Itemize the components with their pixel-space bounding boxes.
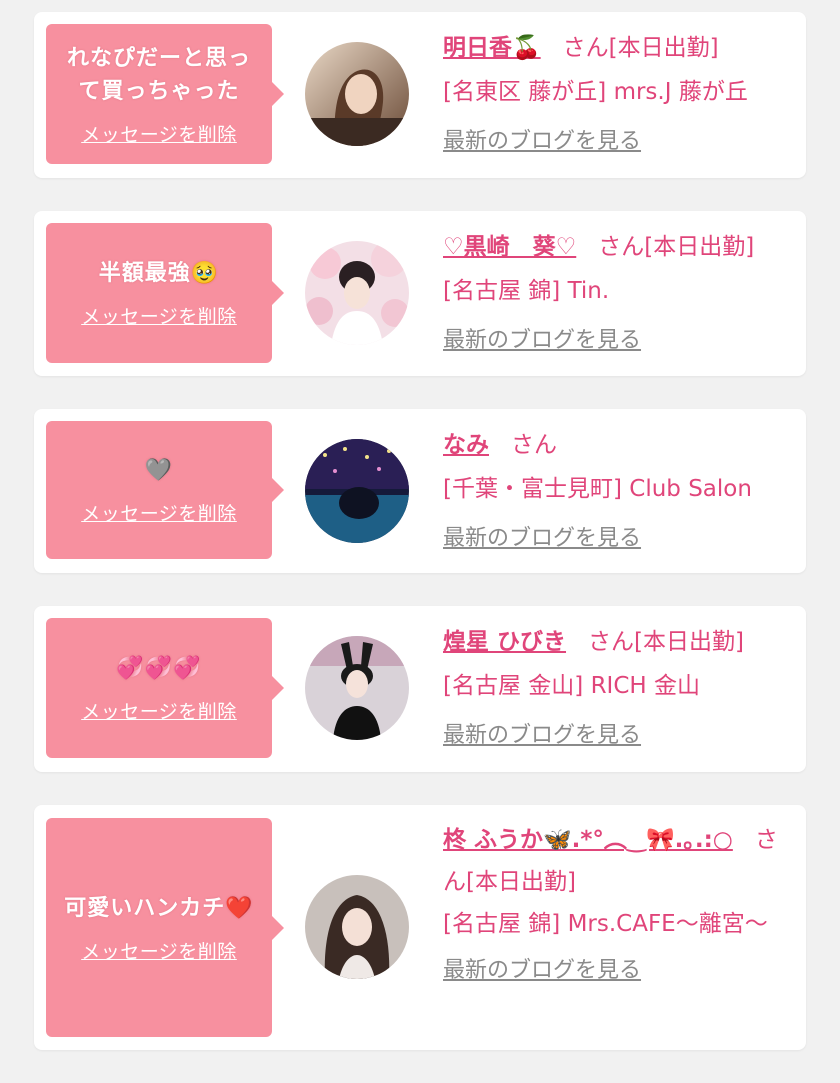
message-card: 🩶 メッセージを削除 なみ さん [千葉・富士見町] Club Salon 最新の… [34, 409, 806, 573]
avatar[interactable] [305, 875, 409, 979]
avatar[interactable] [305, 636, 409, 740]
cast-name-link[interactable]: なみ [443, 432, 489, 458]
message-text: れなぴだーと思っ て買っちゃった [66, 45, 251, 104]
shop-text: [名古屋 金山] RICH 金山 [443, 673, 700, 699]
honorific: さん [598, 234, 645, 260]
shop-text: [名東区 藤が丘] mrs.J 藤が丘 [443, 79, 748, 105]
cast-info: 明日香🍒 さん[本日出勤] [名東区 藤が丘] mrs.J 藤が丘 最新のブログを… [443, 26, 795, 162]
honorific: さん [511, 432, 557, 458]
cast-name-link[interactable]: 柊 ふうか🦋.*°︵‿🎀.｡.:○ [443, 827, 733, 853]
view-blog-link[interactable]: 最新のブログを見る [443, 519, 641, 559]
avatar[interactable] [305, 439, 409, 543]
view-blog-link[interactable]: 最新のブログを見る [443, 321, 641, 361]
view-blog-link[interactable]: 最新のブログを見る [443, 716, 641, 756]
view-blog-link[interactable]: 最新のブログを見る [443, 122, 641, 162]
cast-name-link[interactable]: 明日香🍒 [443, 35, 541, 61]
status-label: [本日出勤] [644, 234, 755, 260]
message-bubble: 可愛いハンカチ❤️ メッセージを削除 [46, 818, 284, 1037]
message-text: 🩶 [144, 458, 174, 483]
cast-info: 煌星 ひびき さん[本日出勤] [名古屋 金山] RICH 金山 最新のブログを見… [443, 620, 795, 756]
shop-text: [名古屋 錦] Tin. [443, 278, 610, 304]
message-card: 可愛いハンカチ❤️ メッセージを削除 柊 ふうか🦋.*°︵‿🎀.｡.:○ さん[本… [34, 805, 806, 1050]
message-bubble: れなぴだーと思っ て買っちゃった メッセージを削除 [46, 24, 284, 164]
message-bubble: 💞💞💞 メッセージを削除 [46, 618, 284, 758]
status-label: [本日出勤] [608, 35, 719, 61]
message-bubble: 半額最強🥹 メッセージを削除 [46, 223, 284, 363]
delete-message-link[interactable]: メッセージを削除 [81, 120, 237, 147]
message-text: 💞💞💞 [116, 656, 202, 681]
status-label: [本日出勤] [634, 629, 744, 655]
message-card: 半額最強🥹 メッセージを削除 ♡黒崎 葵♡ さん[本日出勤] [名古屋 錦] Ti… [34, 211, 806, 376]
avatar[interactable] [305, 241, 409, 345]
cast-info: なみ さん [千葉・富士見町] Club Salon 最新のブログを見る [443, 423, 795, 559]
delete-message-link[interactable]: メッセージを削除 [81, 937, 237, 964]
message-text: 半額最強🥹 [98, 261, 220, 286]
message-card: 💞💞💞 メッセージを削除 煌星 ひびき さん[本日出勤] [名古屋 金山] RIC… [34, 606, 806, 772]
message-list: れなぴだーと思っ て買っちゃった メッセージを削除 明日香🍒 さん[本日出勤] [名… [0, 0, 840, 1083]
message-card: れなぴだーと思っ て買っちゃった メッセージを削除 明日香🍒 さん[本日出勤] [名… [34, 12, 806, 178]
delete-message-link[interactable]: メッセージを削除 [81, 302, 237, 329]
message-bubble: 🩶 メッセージを削除 [46, 421, 284, 559]
status-label: [本日出勤] [466, 869, 576, 895]
message-text: 可愛いハンカチ❤️ [64, 895, 254, 921]
cast-info: 柊 ふうか🦋.*°︵‿🎀.｡.:○ さん[本日出勤] [名古屋 錦] Mrs.CA… [443, 819, 795, 991]
shop-text: [名古屋 錦] Mrs.CAFE〜離宮〜 [443, 911, 768, 937]
view-blog-link[interactable]: 最新のブログを見る [443, 951, 641, 991]
avatar[interactable] [305, 42, 409, 146]
cast-info: ♡黒崎 葵♡ さん[本日出勤] [名古屋 錦] Tin. 最新のブログを見る [443, 225, 795, 361]
cast-name-link[interactable]: ♡黒崎 葵♡ [443, 234, 576, 260]
shop-text: [千葉・富士見町] Club Salon [443, 476, 752, 502]
delete-message-link[interactable]: メッセージを削除 [81, 697, 237, 724]
honorific: さん [562, 35, 609, 61]
delete-message-link[interactable]: メッセージを削除 [81, 499, 237, 526]
honorific: さん [588, 629, 635, 655]
cast-name-link[interactable]: 煌星 ひびき [443, 629, 566, 655]
